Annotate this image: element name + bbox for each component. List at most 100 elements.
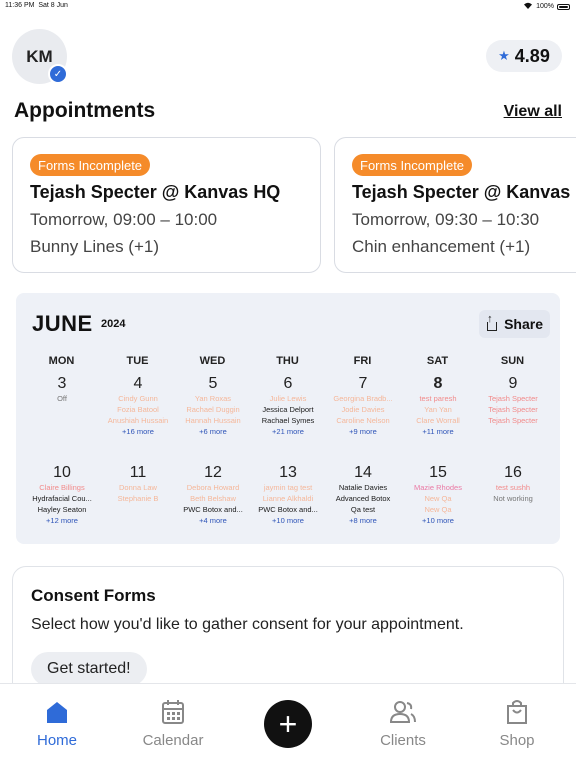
calendar-event: Claire Billings	[39, 483, 85, 492]
weekday-label: THU	[276, 355, 299, 367]
calendar-day-cell[interactable]: 7 Georgina Bradb... Jodie Davies Caroline N…	[325, 375, 401, 437]
calendar-month: JUNE	[32, 311, 93, 336]
calendar-event: New Qa	[424, 505, 452, 514]
more-events-link[interactable]: +4 more	[175, 515, 251, 526]
calendar-event: Yan Roxas	[194, 394, 232, 403]
plus-icon: +	[278, 706, 298, 742]
appointment-service: Bunny Lines (+1)	[30, 237, 159, 256]
calendar-event: Cindy Gunn	[118, 394, 158, 403]
calendar-event: Anushiah Hussain	[107, 416, 169, 425]
status-bar: 11:36 PM Sat 8 Jun 100%	[0, 0, 576, 14]
get-started-button[interactable]: Get started!	[31, 652, 147, 686]
calendar-day-cell[interactable]: 12 Debora Howard Beth Belshaw PWC Botox and…	[175, 464, 251, 526]
appointment-time: Tomorrow, 09:00 – 10:00	[30, 210, 218, 229]
calendar-event: Julie Lewis	[269, 394, 307, 403]
status-clock: 11:36 PM	[5, 2, 35, 9]
calendar-event: Qa test	[350, 505, 376, 514]
weekday-label: WED	[199, 355, 226, 367]
appointment-title: Tejash Specter @ Kanvas HQ	[30, 182, 281, 202]
day-number: 12	[204, 464, 222, 481]
calendar-event: Hayley Seaton	[37, 505, 87, 514]
calendar-day-cell[interactable]: 6 Julie Lewis Jessica Delport Rachael Symes…	[250, 375, 326, 437]
calendar-day-cell[interactable]: 8 test paresh Yan Yan Clare Worrall +11 more	[400, 375, 476, 437]
more-events-link[interactable]: +10 more	[250, 515, 326, 526]
more-events-link[interactable]: +10 more	[400, 515, 476, 526]
star-icon: ★	[498, 48, 510, 63]
view-all-link[interactable]: View all	[504, 103, 562, 121]
rating-pill[interactable]: ★ 4.89	[486, 40, 562, 72]
more-events-link[interactable]: +12 more	[24, 515, 100, 526]
more-events-link[interactable]: +6 more	[175, 426, 251, 437]
appointment-title: Tejash Specter @ Kanvas HQ	[352, 182, 576, 202]
add-button[interactable]: +	[264, 700, 312, 748]
day-number: 8	[433, 375, 443, 392]
calendar-day-cell[interactable]: 5 Yan Roxas Rachael Duggin Hannah Hussain +6…	[175, 375, 251, 437]
calendar-day-cell[interactable]: 13 jaymin tag test Lianne Alkhaldi PWC Boto…	[250, 464, 326, 526]
day-number: 9	[508, 375, 518, 392]
calendar-event: Beth Belshaw	[190, 494, 236, 503]
more-events-link[interactable]: +16 more	[100, 426, 176, 437]
calendar-event: test sushh	[495, 483, 531, 492]
calendar-year: 2024	[101, 318, 126, 330]
battery-icon	[557, 3, 570, 10]
calendar-event: Jodie Davies	[341, 405, 385, 414]
consent-title: Consent Forms	[31, 586, 156, 605]
day-number: 5	[208, 375, 218, 392]
forms-incomplete-badge: Forms Incomplete	[352, 154, 473, 176]
calendar-panel: JUNE 2024 Share MON TUE WED THU FRI SAT …	[16, 293, 560, 544]
day-number: 7	[358, 375, 368, 392]
calendar-event: Debora Howard	[186, 483, 240, 492]
tab-home[interactable]: Home	[12, 698, 102, 749]
calendar-day-cell[interactable]: 4 Cindy Gunn Fozia Batool Anushiah Hussain +…	[100, 375, 176, 437]
appointment-card[interactable]: Forms Incomplete Tejash Specter @ Kanvas…	[12, 137, 321, 273]
calendar-event: Mazie Rhodes	[414, 483, 462, 492]
day-number: 10	[53, 464, 71, 481]
calendar-event: Hannah Hussain	[185, 416, 241, 425]
day-number: 6	[283, 375, 293, 392]
calendar-day-cell[interactable]: 9 Tejash Specter Tejash Specter Tejash Spec…	[475, 375, 551, 426]
calendar-event: Tejash Specter	[488, 405, 538, 414]
more-events-link[interactable]: +21 more	[250, 426, 326, 437]
calendar-event: Not working	[493, 494, 533, 503]
shop-bag-icon	[472, 698, 562, 726]
day-number: 16	[504, 464, 522, 481]
avatar-initials: KM	[26, 46, 53, 66]
status-time: 11:36 PM Sat 8 Jun	[5, 2, 68, 9]
more-events-link[interactable]: +8 more	[325, 515, 401, 526]
calendar-event: New Qa	[424, 494, 452, 503]
day-number: 15	[429, 464, 447, 481]
tab-label: Clients	[380, 732, 426, 749]
calendar-day-cell[interactable]: 16 test sushh Not working	[475, 464, 551, 504]
calendar-day-cell[interactable]: 10 Claire Billings Hydrafacial Cou... Hayle…	[24, 464, 100, 526]
more-events-link[interactable]: +11 more	[400, 426, 476, 437]
calendar-event: test paresh	[419, 394, 457, 403]
appointments-title: Appointments	[14, 99, 156, 122]
tab-clients[interactable]: Clients	[358, 698, 448, 749]
home-icon	[12, 698, 102, 726]
day-number: 4	[133, 375, 143, 392]
weekday-label: SUN	[500, 355, 525, 367]
calendar-event: Stephanie B	[117, 494, 159, 503]
tab-calendar[interactable]: Calendar	[128, 698, 218, 749]
appointment-service: Chin enhancement (+1)	[352, 237, 531, 256]
tab-label: Calendar	[142, 732, 204, 749]
weekday-label: TUE	[126, 355, 149, 367]
calendar-day-cell[interactable]: 11 Donna Law Stephanie B	[100, 464, 176, 504]
calendar-day-cell[interactable]: 14 Natalie Davies Advanced Botox Qa test +8 …	[325, 464, 401, 526]
calendar-event: jaymin tag test	[263, 483, 313, 492]
calendar-event: Jessica Delport	[262, 405, 314, 414]
calendar-day-cell[interactable]: 15 Mazie Rhodes New Qa New Qa +10 more	[400, 464, 476, 526]
forms-incomplete-badge: Forms Incomplete	[30, 154, 151, 176]
share-label: Share	[504, 316, 543, 332]
appointment-card[interactable]: Forms Incomplete Tejash Specter @ Kanvas…	[334, 137, 576, 273]
tab-shop[interactable]: Shop	[472, 698, 562, 749]
status-date: Sat 8 Jun	[38, 2, 68, 9]
calendar-event: Rachael Symes	[261, 416, 315, 425]
calendar-event: Lianne Alkhaldi	[262, 494, 314, 503]
tab-label: Shop	[499, 732, 535, 749]
calendar-event: PWC Botox and...	[183, 505, 243, 514]
calendar-day-cell[interactable]: 3 Off	[24, 375, 100, 404]
share-button[interactable]: Share	[479, 310, 550, 338]
calendar-icon	[128, 698, 218, 726]
more-events-link[interactable]: +9 more	[325, 426, 401, 437]
